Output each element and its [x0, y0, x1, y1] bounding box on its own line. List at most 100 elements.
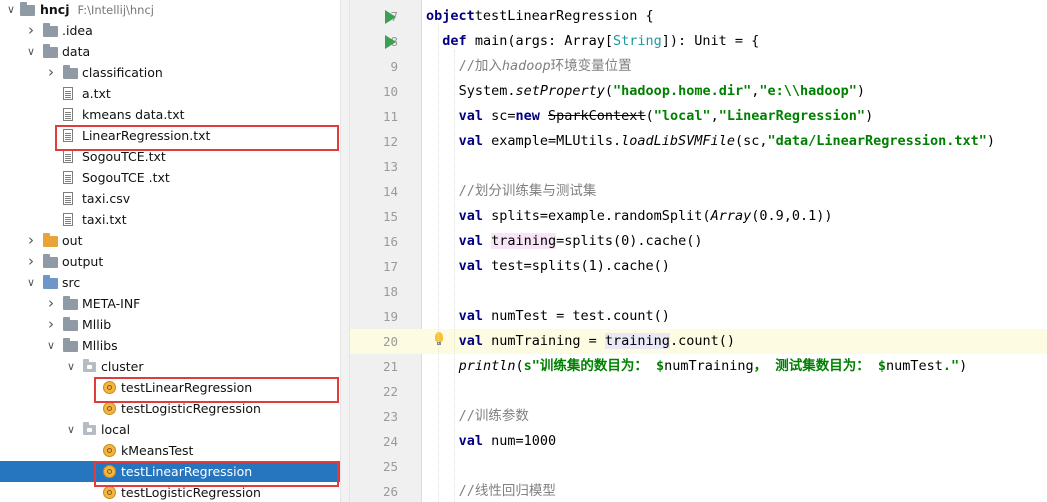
tree-item-label: taxi.txt — [82, 209, 127, 230]
code-token: val — [458, 233, 483, 249]
tree-item-text: .idea — [62, 23, 93, 38]
tree-item[interactable]: › output — [0, 251, 340, 272]
tree-item[interactable]: › .idea — [0, 20, 340, 41]
tree-item-text: testLogisticRegression — [121, 485, 261, 500]
code-token: ， 测试集数目为： — [753, 358, 878, 374]
tree-item-text: SogouTCE.txt — [82, 149, 166, 164]
chevron-right-icon[interactable]: › — [24, 20, 38, 41]
tree-item[interactable]: a.txt — [0, 83, 340, 104]
tree-item-label: SogouTCE .txt — [82, 167, 170, 188]
tree-item-text: SogouTCE .txt — [82, 170, 170, 185]
code-token: splits=example.randomSplit( — [482, 208, 711, 224]
chevron-right-icon[interactable]: › — [24, 251, 38, 272]
code-token: "hadoop.home.dir" — [613, 83, 752, 99]
code-token: "LinearRegression" — [718, 108, 866, 124]
tree-item[interactable]: ∨ cluster — [0, 356, 340, 377]
code-text: //划分训练集与测试集 — [459, 179, 597, 204]
tree-item-label: local — [101, 419, 130, 440]
tree-item[interactable]: › META-INF — [0, 293, 340, 314]
code-token: setProperty — [515, 83, 605, 99]
tree-item[interactable]: › Mllib — [0, 314, 340, 335]
tree-item[interactable]: ∨ data — [0, 41, 340, 62]
tree-item-text: Mllibs — [82, 338, 118, 353]
tree-item[interactable]: ∨ src — [0, 272, 340, 293]
code-line[interactable]: 7 objecttestLinearRegression { — [350, 4, 1047, 29]
code-token: SparkContext — [548, 108, 646, 124]
tree-item-text: output — [62, 254, 104, 269]
line-number: 25 — [382, 459, 398, 474]
code-token: 环境变量位置 — [550, 58, 632, 74]
indent-guide — [438, 25, 439, 502]
code-token: $ — [656, 358, 665, 374]
code-token: object — [426, 8, 475, 24]
code-token: ) — [959, 358, 968, 374]
code-text: val sc=new SparkContext("local","LinearR… — [459, 104, 874, 129]
line-number: 17 — [382, 259, 398, 274]
code-token: numTest = test.count() — [482, 308, 670, 324]
tree-item-text: taxi.txt — [82, 212, 127, 227]
tree-item[interactable]: SogouTCE .txt — [0, 167, 340, 188]
code-text: val training=splits(0).cache() — [458, 229, 702, 254]
chevron-down-icon[interactable]: ∨ — [4, 0, 18, 20]
code-text: println(s"训练集的数目为： $numTraining， 测试集数目为：… — [459, 354, 968, 379]
tree-item-text: classification — [82, 65, 163, 80]
line-number: 14 — [382, 184, 398, 199]
chevron-down-icon[interactable]: ∨ — [24, 41, 38, 62]
chevron-right-icon[interactable]: › — [44, 314, 58, 335]
tree-item[interactable]: › out — [0, 230, 340, 251]
code-token: testLinearRegression { — [474, 8, 654, 24]
code-editor[interactable]: 7 objecttestLinearRegression {8 def main(a… — [350, 0, 1047, 502]
indent-guide — [454, 50, 455, 502]
code-text: val numTraining = training.count() — [459, 329, 735, 354]
chevron-down-icon[interactable]: ∨ — [64, 356, 78, 377]
project-path: F:\Intellij\hncj — [77, 3, 155, 17]
package-icon — [83, 359, 96, 372]
tree-item[interactable]: kmeans data.txt — [0, 104, 340, 125]
tree-item[interactable]: kMeansTest — [0, 440, 340, 461]
text-file-icon — [63, 150, 73, 163]
tree-item-label: kMeansTest — [121, 440, 193, 461]
tree-item-label: src — [62, 272, 80, 293]
code-text: objecttestLinearRegression { — [426, 4, 654, 29]
code-token: System. — [458, 83, 516, 99]
tree-item-text: local — [101, 422, 131, 437]
tree-item-label: out — [62, 230, 82, 251]
tree-item-text: Mllib — [82, 317, 112, 332]
code-token: val — [458, 333, 483, 349]
chevron-down-icon[interactable]: ∨ — [24, 272, 38, 293]
line-number: 20 — [382, 334, 398, 349]
folder-icon — [43, 233, 58, 247]
tree-item[interactable]: ∨ local — [0, 419, 340, 440]
line-number: 11 — [382, 109, 398, 124]
code-token: "local" — [653, 108, 711, 124]
folder-icon — [63, 317, 78, 331]
chevron-right-icon[interactable]: › — [44, 293, 58, 314]
tree-item-text: META-INF — [82, 296, 141, 311]
lightbulb-icon[interactable] — [435, 332, 443, 345]
scala-object-icon — [103, 444, 116, 457]
code-text: val example=MLUtils.loadLibSVMFile(sc,"d… — [459, 129, 995, 154]
tree-item-text: cluster — [101, 359, 144, 374]
code-token: ( — [645, 108, 654, 124]
chevron-down-icon[interactable]: ∨ — [64, 419, 78, 440]
tree-item[interactable]: taxi.csv — [0, 188, 340, 209]
tree-item[interactable]: ∨ Mllibs — [0, 335, 340, 356]
code-token: hadoop — [501, 58, 551, 74]
code-text: val test=splits(1).cache() — [459, 254, 670, 279]
line-number: 18 — [382, 284, 398, 299]
run-icon[interactable] — [385, 35, 396, 49]
tree-item[interactable]: taxi.txt — [0, 209, 340, 230]
chevron-right-icon[interactable]: › — [24, 230, 38, 251]
code-token: $ — [877, 358, 886, 374]
chevron-down-icon[interactable]: ∨ — [44, 335, 58, 356]
code-token: sc= — [482, 108, 516, 124]
package-icon — [83, 422, 96, 435]
tree-item[interactable]: › classification — [0, 62, 340, 83]
chevron-right-icon[interactable]: › — [44, 62, 58, 83]
code-token: example=MLUtils. — [482, 133, 622, 149]
tree-item[interactable]: ∨ hncj F:\Intellij\hncj — [0, 0, 340, 20]
code-token: println — [458, 358, 516, 374]
run-icon[interactable] — [385, 10, 396, 24]
text-file-icon — [63, 213, 73, 226]
panel-splitter[interactable] — [340, 0, 350, 502]
